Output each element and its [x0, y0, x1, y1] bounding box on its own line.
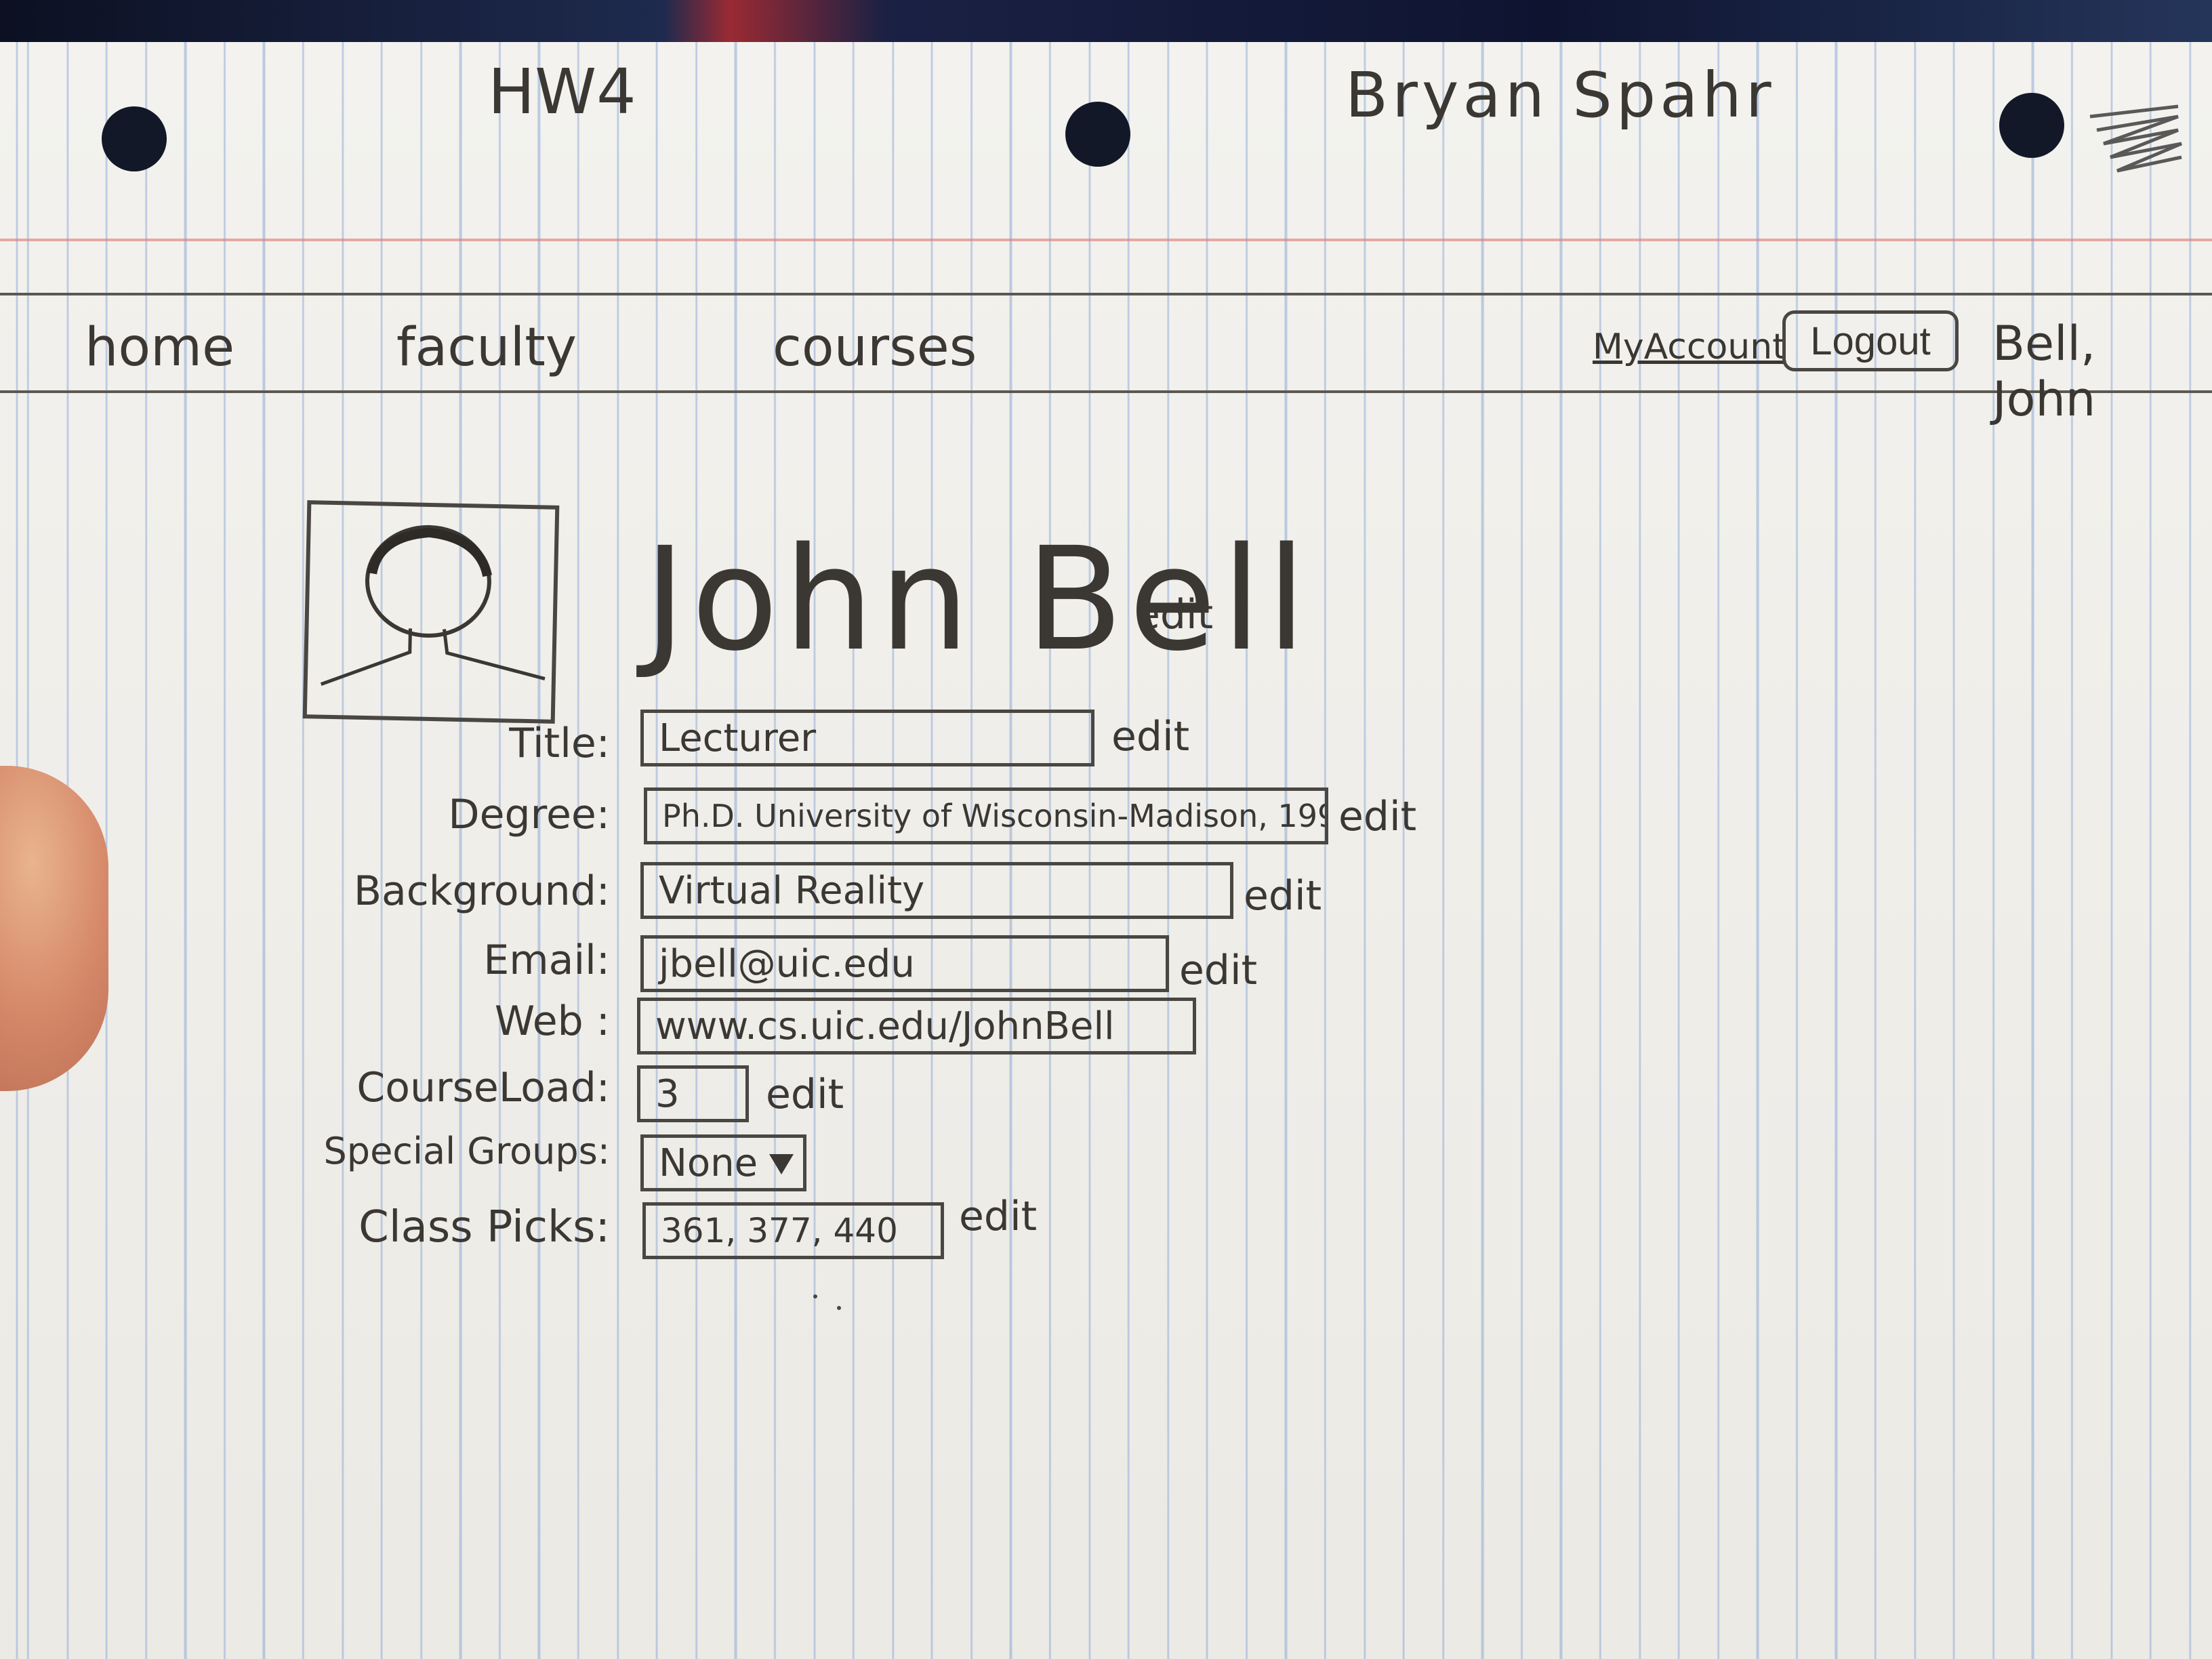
special-groups-dropdown[interactable]: None [640, 1134, 806, 1191]
background-strip [0, 0, 2212, 47]
paper-margin-line [0, 239, 2212, 241]
author-name: Bryan Spahr [1345, 59, 1776, 131]
title-label: Title: [509, 720, 610, 767]
edit-title-link[interactable]: edit [1111, 713, 1189, 760]
thumb [0, 766, 108, 1091]
nav-courses[interactable]: courses [773, 317, 977, 378]
notebook-paper: HW4 Bryan Spahr home faculty courses MyA… [0, 42, 2212, 1659]
current-user-name: Bell, John [1992, 316, 2096, 427]
edit-email-link[interactable]: edit [1179, 947, 1257, 994]
special-groups-selected: None [659, 1141, 758, 1185]
edit-course-load-link[interactable]: edit [766, 1071, 844, 1118]
edit-background-link[interactable]: edit [1244, 872, 1322, 920]
email-field[interactable]: jbell@uic.edu [640, 935, 1169, 992]
binder-hole [102, 106, 167, 171]
my-account-link[interactable]: MyAccount [1593, 327, 1786, 367]
edit-name-link[interactable]: edit [1135, 591, 1213, 638]
special-groups-label: Special Groups: [323, 1130, 610, 1172]
nav-home[interactable]: home [85, 317, 234, 378]
binder-hole [1999, 93, 2064, 158]
course-load-label: CourseLoad: [356, 1064, 610, 1111]
title-field[interactable]: Lecturer [640, 710, 1094, 766]
background-label: Background: [353, 867, 610, 915]
pencil-dot [813, 1294, 817, 1298]
person-portrait-icon [320, 525, 546, 686]
edit-class-picks-link[interactable]: edit [959, 1193, 1037, 1240]
binder-hole [1065, 102, 1130, 167]
top-navigation-bar: home faculty courses MyAccount Logout Be… [0, 293, 2212, 427]
degree-label: Degree: [448, 791, 610, 838]
web-field[interactable]: www.cs.uic.edu/JohnBell [637, 998, 1196, 1054]
degree-field[interactable]: Ph.D. University of Wisconsin-Madison, 1… [644, 787, 1328, 844]
class-picks-label: Class Picks: [359, 1202, 610, 1252]
class-picks-field[interactable]: 361, 377, 440 [642, 1202, 944, 1259]
edit-degree-link[interactable]: edit [1338, 793, 1416, 840]
scribble-mark [2089, 104, 2182, 173]
web-label: Web : [494, 998, 610, 1045]
background-field[interactable]: Virtual Reality [640, 862, 1233, 919]
course-load-field[interactable]: 3 [637, 1065, 749, 1122]
email-label: Email: [483, 937, 610, 984]
pencil-dot [837, 1306, 841, 1310]
logout-button[interactable]: Logout [1782, 310, 1959, 371]
dropdown-arrow-icon [769, 1154, 794, 1174]
assignment-title: HW4 [488, 56, 636, 128]
profile-photo[interactable] [302, 500, 560, 724]
nav-faculty[interactable]: faculty [396, 317, 577, 378]
